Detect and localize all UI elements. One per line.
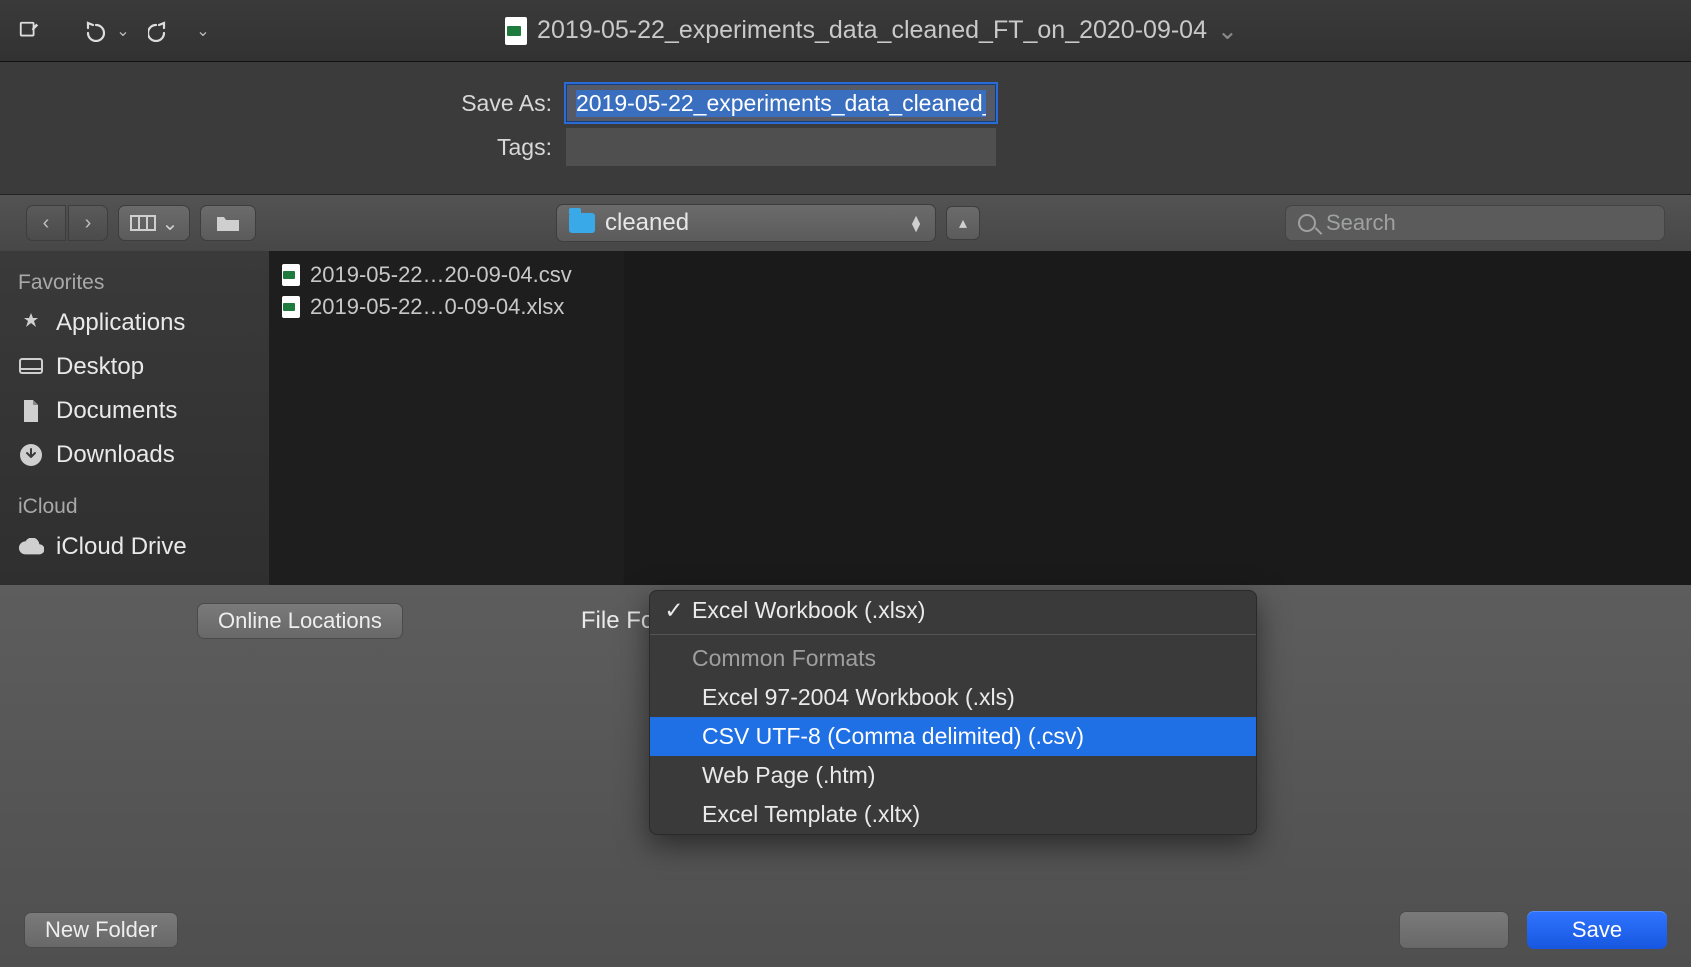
dropdown-item[interactable]: Web Page (.htm) [650,756,1256,795]
cancel-button[interactable] [1399,911,1509,949]
redo-button[interactable] [140,12,178,50]
sidebar-item-desktop[interactable]: Desktop [4,345,265,389]
nav-forward-button[interactable]: › [68,205,108,241]
file-preview-pane [624,251,1691,585]
file-list-column[interactable]: 2019-05-22…20-09-04.csv 2019-05-22…0-09-… [270,251,624,585]
desktop-icon [18,357,44,377]
sidebar-item-label: Desktop [56,353,144,381]
section-label: Common Formats [692,645,876,672]
tags-input[interactable] [566,128,996,166]
tags-label: Tags: [0,134,552,161]
location-popup[interactable]: cleaned ▲▼ [556,204,936,242]
button-label: Save [1572,917,1622,942]
online-locations-button[interactable]: Online Locations [197,603,403,639]
dropdown-item[interactable]: Excel 97-2004 Workbook (.xls) [650,678,1256,717]
sidebar-item-applications[interactable]: Applications [4,301,265,345]
view-mode-button[interactable]: ⌄ [118,205,190,241]
excel-file-icon [282,296,300,318]
button-label: New Folder [45,917,157,943]
dropdown-item-label: CSV UTF-8 (Comma delimited) (.csv) [702,723,1084,750]
location-name: cleaned [605,209,689,237]
sidebar-header-favorites: Favorites [4,267,265,301]
sidebar: Favorites Applications Desktop Documents [0,251,270,585]
sidebar-item-icloud-drive[interactable]: iCloud Drive [4,525,265,569]
search-icon [1298,214,1316,232]
collapse-panel-button[interactable]: ▴ [946,206,980,240]
new-folder-button[interactable]: New Folder [24,912,178,948]
file-row[interactable]: 2019-05-22…20-09-04.csv [274,259,619,291]
undo-button[interactable]: ⌄ [78,12,134,50]
stepper-arrows-icon: ▲▼ [909,215,923,231]
title-dropdown-icon[interactable]: ⌄ [1217,16,1238,46]
excel-file-icon [505,17,527,45]
sidebar-item-label: Applications [56,309,185,337]
sidebar-header-icloud: iCloud [4,491,265,525]
file-browser-toolbar: ‹ › ⌄ cleaned ▲▼ ▴ [0,195,1691,251]
save-as-label: Save As: [0,90,552,117]
dropdown-item[interactable]: Excel Template (.xltx) [650,795,1256,834]
save-dialog-window: ⌄ ⌄ 2019-05-22_experiments_data_cleaned_… [0,0,1691,967]
file-name: 2019-05-22…20-09-04.csv [310,262,572,288]
apps-icon [18,311,44,335]
customize-chevron-icon[interactable]: ⌄ [184,12,222,50]
dropdown-item-label: Excel 97-2004 Workbook (.xls) [702,684,1015,711]
save-button[interactable]: Save [1527,911,1667,949]
cloud-icon [18,538,44,556]
sidebar-item-label: Documents [56,397,177,425]
sidebar-item-label: iCloud Drive [56,533,187,561]
dropdown-item-label: Excel Template (.xltx) [702,801,920,828]
dropdown-separator [650,634,1256,635]
save-as-panel: Save As: Tags: [0,62,1691,195]
file-format-dropdown[interactable]: ✓ Excel Workbook (.xlsx) Common Formats … [649,590,1257,835]
dialog-footer: Online Locations File Forma New Folder S… [0,585,1691,967]
new-folder-icon-button[interactable] [200,205,256,241]
excel-file-icon [282,264,300,286]
dropdown-section-header: Common Formats [650,639,1256,678]
file-row[interactable]: 2019-05-22…0-09-04.xlsx [274,291,619,323]
sidebar-item-documents[interactable]: Documents [4,389,265,433]
nav-back-button[interactable]: ‹ [26,205,66,241]
documents-icon [18,399,44,423]
dropdown-item-label: Web Page (.htm) [702,762,875,789]
downloads-icon [18,443,44,467]
dropdown-item-label: Excel Workbook (.xlsx) [692,597,925,624]
filename-input[interactable] [566,84,996,122]
sidebar-item-label: Downloads [56,441,175,469]
folder-icon [569,213,595,233]
document-title: 2019-05-22_experiments_data_cleaned_FT_o… [537,16,1207,45]
titlebar: ⌄ ⌄ 2019-05-22_experiments_data_cleaned_… [0,0,1691,62]
file-browser: Favorites Applications Desktop Documents [0,251,1691,585]
search-input[interactable] [1326,210,1652,236]
search-field[interactable] [1285,205,1665,241]
file-name: 2019-05-22…0-09-04.xlsx [310,294,564,320]
sidebar-item-downloads[interactable]: Downloads [4,433,265,477]
check-icon: ✓ [664,597,684,624]
dropdown-item-selected[interactable]: ✓ Excel Workbook (.xlsx) [650,591,1256,630]
button-label: Online Locations [218,608,382,634]
dropdown-item-highlighted[interactable]: CSV UTF-8 (Comma delimited) (.csv) [650,717,1256,756]
edit-doc-icon[interactable] [10,12,48,50]
